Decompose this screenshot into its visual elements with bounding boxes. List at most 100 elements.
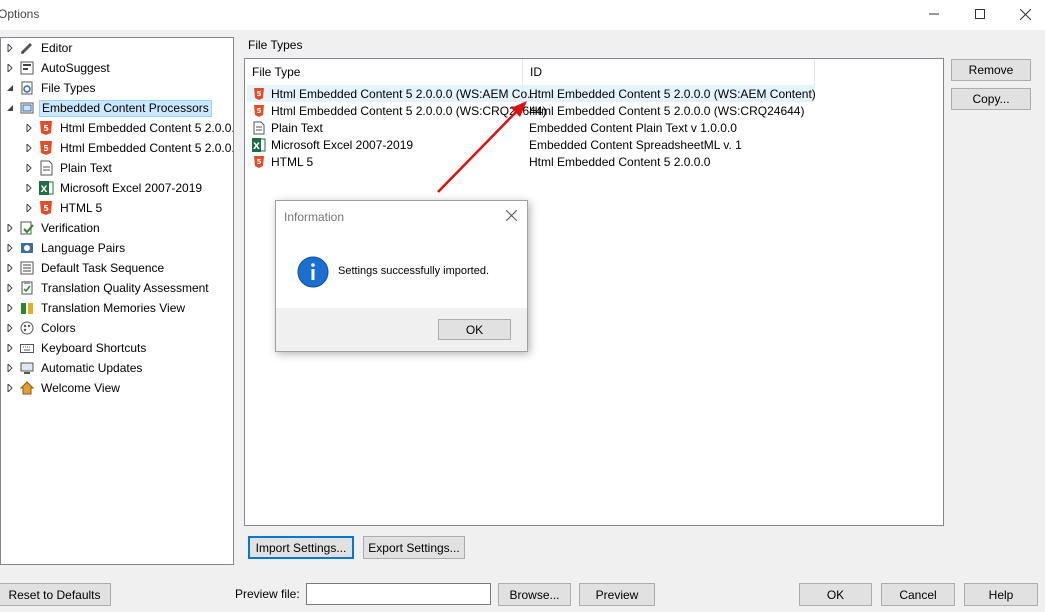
- tree-item-label: Html Embedded Content 5 2.0.0.0: [60, 121, 234, 135]
- expand-icon[interactable]: [24, 118, 34, 138]
- table-row[interactable]: Plain Text Embedded Content Plain Text v…: [247, 119, 815, 136]
- tree-item-verification[interactable]: Verification: [5, 218, 102, 238]
- table-row[interactable]: 5 Html Embedded Content 5 2.0.0.0 (WS:AEM…: [247, 85, 816, 102]
- document-icon: [38, 160, 54, 176]
- svg-text:5: 5: [43, 144, 49, 153]
- help-button[interactable]: Help: [964, 583, 1038, 606]
- expand-icon[interactable]: [5, 278, 15, 298]
- options-tree[interactable]: Editor AutoSuggest File Types Embedded C…: [0, 37, 234, 565]
- collapse-icon[interactable]: [5, 78, 15, 98]
- cell-file-type: HTML 5: [271, 154, 314, 169]
- verification-icon: [19, 220, 35, 236]
- task-sequence-icon: [19, 260, 35, 276]
- tree-item-label: Colors: [41, 321, 76, 335]
- tree-item-label: Editor: [41, 41, 73, 55]
- tree-item-label: Embedded Content Processors: [39, 99, 212, 117]
- expand-icon[interactable]: [5, 318, 15, 338]
- cell-file-type: Html Embedded Content 5 2.0.0.0 (WS:CRQ2…: [271, 103, 547, 118]
- tree-item-label: Welcome View: [41, 381, 120, 395]
- dialog-footer: OK: [276, 308, 527, 351]
- svg-text:5: 5: [257, 90, 262, 98]
- column-header-id[interactable]: ID: [523, 59, 815, 85]
- copy-button[interactable]: Copy...: [951, 88, 1031, 110]
- cell-id: Html Embedded Content 5 2.0.0.0 (WS:CRQ2…: [529, 103, 805, 118]
- expand-icon[interactable]: [24, 198, 34, 218]
- document-icon: [252, 121, 266, 135]
- expand-icon[interactable]: [5, 298, 15, 318]
- dialog-close-button[interactable]: [503, 207, 519, 223]
- tree-item-file-types[interactable]: File Types: [5, 78, 97, 98]
- cancel-button[interactable]: Cancel: [881, 583, 955, 606]
- tree-item-translation-memories-view[interactable]: Translation Memories View: [5, 298, 187, 318]
- html5-icon: 5: [252, 87, 266, 101]
- expand-icon[interactable]: [24, 158, 34, 178]
- expand-icon[interactable]: [5, 38, 15, 58]
- tree-item-label: File Types: [41, 81, 96, 95]
- autosuggest-icon: [19, 60, 35, 76]
- dialog-ok-button[interactable]: OK: [438, 319, 511, 340]
- tree-item-welcome-view[interactable]: Welcome View: [5, 378, 122, 398]
- preview-button[interactable]: Preview: [579, 583, 655, 606]
- close-icon: [505, 209, 517, 221]
- expand-icon[interactable]: [5, 338, 15, 358]
- close-icon: [1019, 8, 1031, 20]
- collapse-icon[interactable]: [5, 98, 15, 118]
- browse-button[interactable]: Browse...: [498, 583, 571, 606]
- tree-item-colors[interactable]: Colors: [5, 318, 78, 338]
- remove-button[interactable]: Remove: [951, 59, 1031, 81]
- tree-item-html-embedded-content-2[interactable]: 5 Html Embedded Content 5 2.0.0.0: [24, 138, 233, 158]
- tree-item-autosuggest[interactable]: AutoSuggest: [5, 58, 112, 78]
- tree-item-label: HTML 5: [60, 201, 103, 215]
- tree-item-label: Plain Text: [60, 161, 112, 175]
- home-icon: [19, 380, 35, 396]
- tree-item-plain-text[interactable]: Plain Text: [24, 158, 114, 178]
- dialog-message: Settings successfully imported.: [338, 265, 490, 277]
- column-header-file-type[interactable]: File Type: [245, 59, 523, 85]
- tree-item-keyboard-shortcuts[interactable]: Keyboard Shortcuts: [5, 338, 148, 358]
- list-header: File Type ID: [245, 59, 815, 85]
- tree-item-embedded-content-processors[interactable]: Embedded Content Processors: [5, 98, 212, 118]
- ok-button[interactable]: OK: [799, 583, 872, 606]
- preview-file-input[interactable]: [306, 583, 491, 605]
- expand-icon[interactable]: [5, 358, 15, 378]
- tree-item-label: Microsoft Excel 2007-2019: [60, 181, 203, 195]
- keyboard-icon: [19, 340, 35, 356]
- tree-item-default-task-sequence[interactable]: Default Task Sequence: [5, 258, 166, 278]
- import-settings-button[interactable]: Import Settings...: [248, 536, 354, 559]
- svg-text:X: X: [253, 142, 260, 152]
- export-settings-button[interactable]: Export Settings...: [363, 536, 465, 559]
- expand-icon[interactable]: [24, 138, 34, 158]
- svg-text:5: 5: [43, 124, 49, 133]
- tree-item-automatic-updates[interactable]: Automatic Updates: [5, 358, 144, 378]
- quality-assessment-icon: [19, 280, 35, 296]
- tree-item-label: Translation Memories View: [41, 301, 186, 315]
- svg-text:X: X: [41, 185, 48, 195]
- expand-icon[interactable]: [5, 258, 15, 278]
- tree-item-translation-quality-assessment[interactable]: Translation Quality Assessment: [5, 278, 211, 298]
- tree-item-html5[interactable]: 5 HTML 5: [24, 198, 104, 218]
- tree-item-label: Default Task Sequence: [41, 261, 165, 275]
- expand-icon[interactable]: [5, 378, 15, 398]
- close-button[interactable]: [1002, 0, 1045, 28]
- tree-item-label: AutoSuggest: [41, 61, 110, 75]
- minimize-button[interactable]: [911, 0, 957, 28]
- cell-id: Html Embedded Content 5 2.0.0.0: [529, 154, 711, 169]
- expand-icon[interactable]: [5, 58, 15, 78]
- table-row[interactable]: 5 Html Embedded Content 5 2.0.0.0 (WS:CRQ…: [247, 102, 815, 119]
- html5-icon: 5: [252, 104, 266, 118]
- expand-icon[interactable]: [24, 178, 34, 198]
- tree-item-label: Verification: [41, 221, 100, 235]
- group-label: File Types: [248, 38, 303, 52]
- expand-icon[interactable]: [5, 218, 15, 238]
- svg-text:5: 5: [257, 107, 262, 115]
- table-row[interactable]: 5 HTML 5 Html Embedded Content 5 2.0.0.0: [247, 153, 815, 170]
- maximize-icon: [975, 9, 985, 19]
- tree-item-language-pairs[interactable]: Language Pairs: [5, 238, 127, 258]
- expand-icon[interactable]: [5, 238, 15, 258]
- tree-item-editor[interactable]: Editor: [5, 38, 74, 58]
- tree-item-html-embedded-content-1[interactable]: 5 Html Embedded Content 5 2.0.0.0: [24, 118, 234, 138]
- tree-item-microsoft-excel[interactable]: X Microsoft Excel 2007-2019: [24, 178, 204, 198]
- reset-to-defaults-button[interactable]: Reset to Defaults: [0, 583, 111, 606]
- table-row[interactable]: X Microsoft Excel 2007-2019 Embedded Cont…: [247, 136, 815, 153]
- maximize-button[interactable]: [957, 0, 1003, 28]
